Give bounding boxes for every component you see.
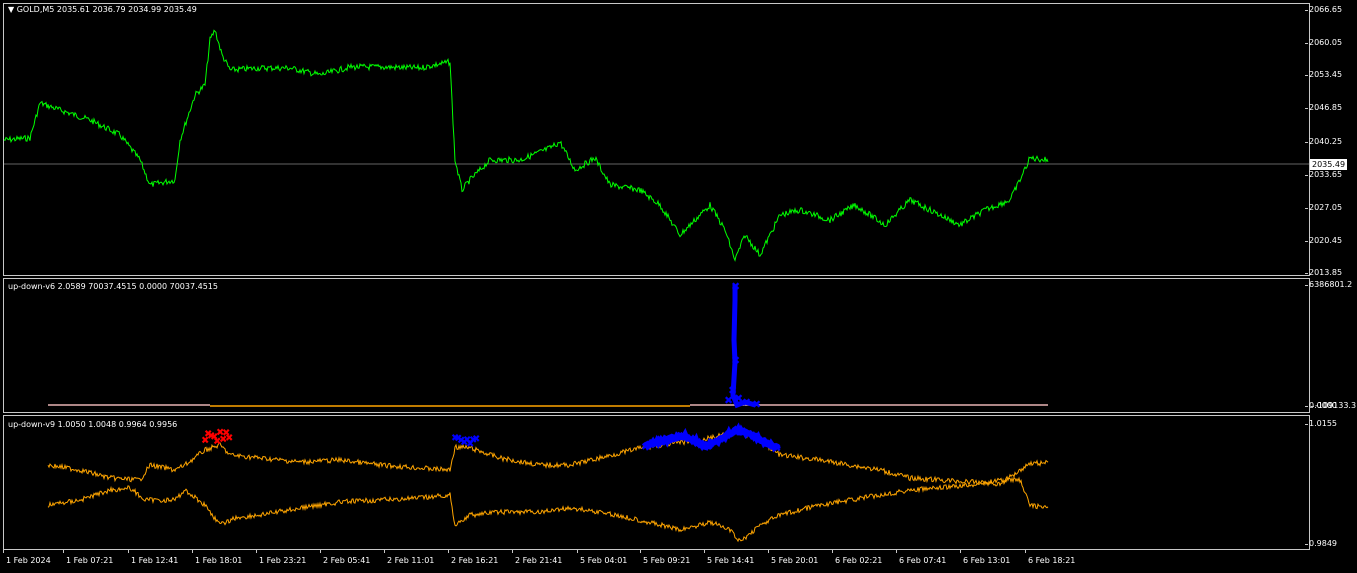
v9-red-marker: ✖ bbox=[225, 433, 233, 444]
v9-blue-marker: ✖ bbox=[472, 434, 480, 445]
v6-blue-marker: ✖ bbox=[742, 396, 751, 409]
v6-blue-marker: ✖ bbox=[752, 398, 761, 411]
v9-blue-marker: ✖ bbox=[773, 444, 781, 455]
v9-upper-line bbox=[47, 429, 1049, 487]
v9-lower-line bbox=[47, 476, 1049, 543]
v6-blue-marker: ✖ bbox=[731, 280, 740, 293]
v6-blue-marker: ✖ bbox=[731, 354, 740, 367]
chart-drawing: ✖✖✖✖✖ ✖✖✖✖✖✖✖✖✖✖✖ ✖✖✖✖✖✖✖✖✖✖✖✖✖✖✖✖✖✖✖✖✖✖✖✖… bbox=[3, 29, 1309, 543]
v6-blue-marker: ✖ bbox=[724, 394, 733, 407]
price-line bbox=[3, 29, 1049, 262]
